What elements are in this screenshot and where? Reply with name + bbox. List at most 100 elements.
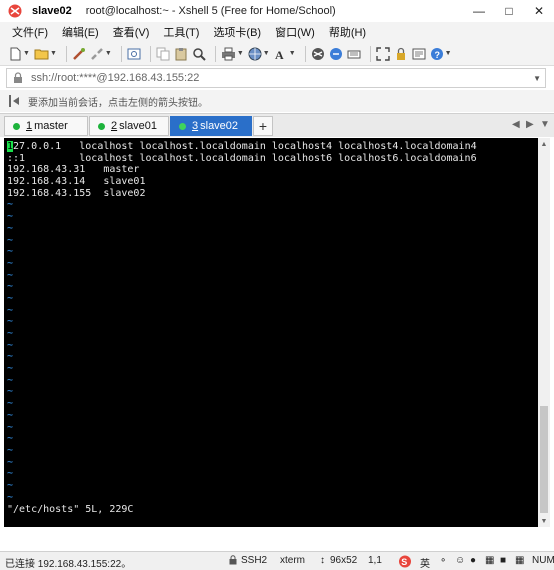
lock-icon [396,47,405,60]
empty-line-tilde: ~ [7,479,14,491]
menu-tools[interactable]: 工具(T) [163,24,199,40]
ime-language-label[interactable]: 英 [420,555,430,570]
fullscreen-button[interactable] [375,45,390,63]
paste-icon [175,47,187,60]
ime-tools-icon[interactable]: ▦ [515,555,524,566]
menu-edit[interactable]: 编辑(E) [62,24,99,40]
address-input[interactable]: ssh://root:****@192.168.43.155:22 [31,72,199,84]
xftp-icon [311,47,324,60]
ime-emoji-icon[interactable]: ☺ [455,555,465,566]
address-bar[interactable]: ssh://root:****@192.168.43.155:22 ▼ [6,68,546,88]
connection-status: 已连接 192.168.43.155:22。 [5,559,132,570]
menu-help[interactable]: 帮助(H) [329,24,366,40]
link-icon [72,47,85,60]
globe-icon [248,47,262,60]
menu-window[interactable]: 窗口(W) [275,24,315,40]
help-button[interactable]: ? ▼ [430,45,452,63]
menu-tab[interactable]: 选项卡(B) [213,24,261,40]
ime-logo-icon[interactable]: S [398,555,412,570]
paste-button[interactable] [174,45,188,63]
ime-punctuation-icon[interactable]: ∘ [440,555,446,566]
encoding-button[interactable]: ▼ [248,45,270,63]
compose-button[interactable] [412,45,426,63]
toolbar-divider [149,45,151,62]
dropdown-arrow-icon: ▼ [444,50,452,57]
window-controls: — □ ✕ [464,0,554,22]
copy-button[interactable] [156,45,170,63]
empty-line-tilde: ~ [7,304,14,316]
connected-dot-icon [179,122,186,130]
svg-text:?: ? [434,50,440,60]
terminal-scrollbar[interactable]: ▲ ▼ [538,138,550,527]
disconnect-button[interactable]: ▼ [90,45,112,63]
vim-status-line: "/etc/hosts" 5L, 229C [7,504,134,515]
ime-skin-icon[interactable]: ■ [500,555,506,566]
tab-next-icon[interactable]: ▶ [526,119,534,130]
dropdown-arrow-icon[interactable]: ▼ [533,74,541,83]
compose-icon [412,48,426,59]
hint-text: 要添加当前会话，点击左侧的箭头按钮。 [28,97,208,109]
empty-line-tilde: ~ [7,386,14,398]
keyboard-button[interactable] [347,45,361,63]
ime-voice-icon[interactable]: ● [470,555,476,566]
tab-label: slave02 [200,120,239,132]
terminal-screen[interactable]: 127.0.0.1 localhost localhost.localdomai… [4,138,538,527]
empty-line-tilde: ~ [7,444,14,456]
protocol-label: SSH2 [241,555,268,566]
toolbar-divider [65,45,67,62]
font-button[interactable]: A ▼ [274,45,296,63]
dropdown-arrow-icon: ▼ [49,50,57,57]
empty-line-tilde: ~ [7,456,14,468]
add-session-arrow-icon[interactable] [8,94,20,108]
font-icon: A [275,48,284,61]
terminal-size-label: 96x52 [330,555,358,566]
script-button[interactable] [329,45,343,63]
empty-line-tilde: ~ [7,234,14,246]
empty-line-tilde: ~ [7,257,14,269]
empty-line-tilde: ~ [7,409,14,421]
terminal-line: ::1 localhost localhost.localdomain loca… [7,152,477,164]
xftp-button[interactable] [311,45,325,63]
empty-line-tilde: ~ [7,421,14,433]
svg-text:S: S [401,557,407,567]
menu-view[interactable]: 查看(V) [113,24,150,40]
empty-line-tilde: ~ [7,468,14,480]
terminal-line: 192.168.43.31 master [7,164,140,176]
scroll-down-icon[interactable]: ▼ [538,515,550,527]
menu-file[interactable]: 文件(F) [12,24,48,40]
empty-line-tilde: ~ [7,328,14,339]
session-hint-bar: 要添加当前会话，点击左侧的箭头按钮。 [0,90,554,112]
add-tab-button[interactable]: + [253,116,273,136]
cursor-position-label: 1,1 [368,555,382,566]
close-icon[interactable]: ✕ [524,0,554,22]
search-icon [193,47,206,61]
terminal-line: 127.0.0.1 localhost localhost.localdomai… [7,141,538,153]
tab-number: 3 [192,120,199,132]
print-button[interactable]: ▼ [221,45,244,63]
find-button[interactable] [192,45,206,63]
minimize-icon[interactable]: — [464,0,494,22]
lock-button[interactable] [394,45,408,63]
tab-master[interactable]: 1 master [4,116,88,136]
window-title: slave02 [32,5,72,17]
maximize-icon[interactable]: □ [494,0,524,22]
empty-line-tilde: ~ [7,316,14,328]
properties-button[interactable] [127,45,141,63]
scrollbar-thumb[interactable] [540,406,548,513]
xshell-logo-icon [8,4,22,18]
reconnect-button[interactable] [72,45,86,63]
tab-slave02[interactable]: 3 slave02 [170,116,252,136]
empty-line-tilde: ~ [7,199,14,211]
tab-prev-icon[interactable]: ◀ [512,119,520,130]
new-session-button[interactable]: ▼ [8,45,30,63]
tab-slave01[interactable]: 2 slave01 [89,116,169,136]
terminal-type-label: xterm [280,555,305,566]
dropdown-arrow-icon: ▼ [236,50,244,57]
open-session-button[interactable]: ▼ [34,45,57,63]
scroll-up-icon[interactable]: ▲ [538,138,550,150]
tab-list-icon[interactable]: ▼ [540,119,550,130]
terminal-line: 192.168.43.155 slave02 [7,187,146,199]
script-icon [329,47,342,60]
ime-keyboard-icon[interactable]: ▦ [485,555,494,566]
toolbar-divider [120,45,122,62]
